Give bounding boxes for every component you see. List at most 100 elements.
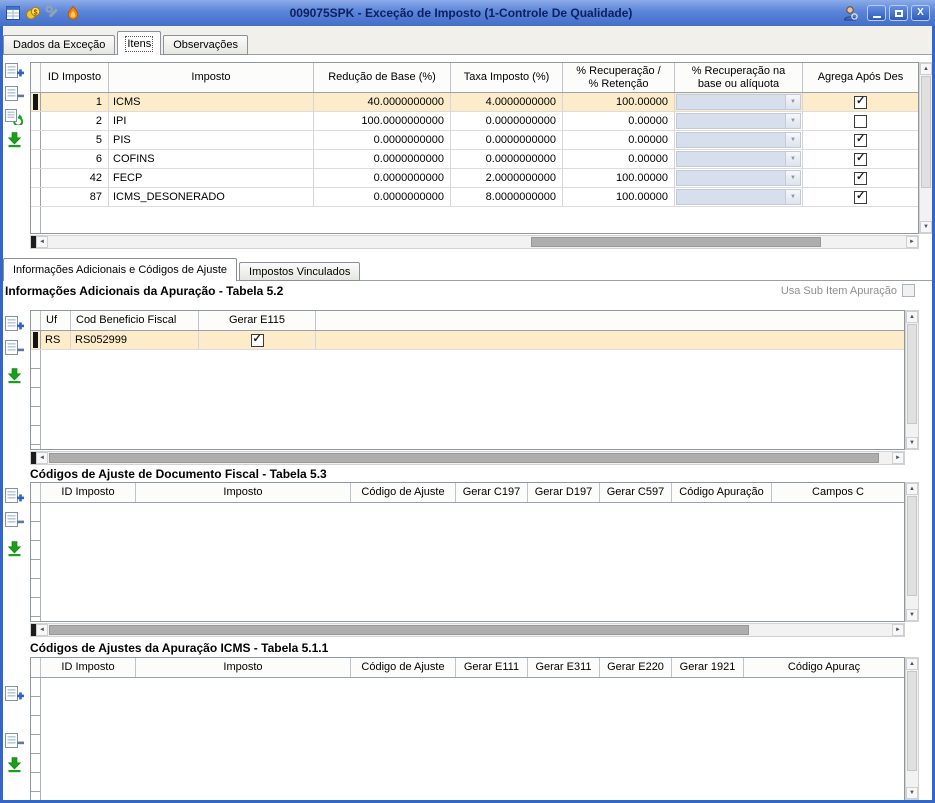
go-last-record-icon[interactable]	[5, 131, 24, 148]
table-row[interactable]: 87 ICMS_DESONERADO 0.0000000000 8.000000…	[31, 188, 918, 207]
cell-reducao[interactable]: 0.0000000000	[314, 169, 451, 187]
delete-row-icon[interactable]	[5, 85, 24, 102]
cell-taxa[interactable]: 0.0000000000	[451, 131, 563, 149]
cell-taxa[interactable]: 4.0000000000	[451, 93, 563, 111]
recuperacao-base-dropdown[interactable]: ▼	[675, 93, 803, 111]
header-gerar-e220[interactable]: Gerar E220	[600, 658, 672, 677]
close-button[interactable]: X	[911, 5, 930, 21]
header-imposto[interactable]: Imposto	[109, 63, 314, 92]
cell-id-imposto[interactable]: 87	[41, 188, 109, 206]
table-row[interactable]: 6 COFINS 0.0000000000 0.0000000000 0.000…	[31, 150, 918, 169]
combo-arrow-icon[interactable]: ▼	[785, 190, 800, 204]
cell-taxa[interactable]: 0.0000000000	[451, 150, 563, 168]
header-cod-beneficio[interactable]: Cod Beneficio Fiscal	[71, 311, 199, 330]
agrega-checkbox[interactable]: ✓	[854, 96, 867, 109]
header-gerar-1921[interactable]: Gerar 1921	[672, 658, 744, 677]
header-recuperacao[interactable]: % Recuperação / % Retenção	[563, 63, 675, 92]
recuperacao-base-dropdown[interactable]: ▼	[675, 112, 803, 130]
minimize-button[interactable]	[867, 5, 886, 21]
cell-id-imposto[interactable]: 5	[41, 131, 109, 149]
header-codigo-apuracao[interactable]: Código Apuração	[672, 483, 772, 502]
combo-arrow-icon[interactable]: ▼	[785, 133, 800, 147]
cell-recuperacao[interactable]: 100.00000	[563, 169, 675, 187]
cell-uf[interactable]: RS	[41, 331, 71, 349]
scrollbar-thumb[interactable]	[907, 496, 917, 596]
cell-imposto[interactable]: ICMS_DESONERADO	[109, 188, 314, 206]
codigos-documento-vertical-scrollbar[interactable]: ▲ ▼	[905, 482, 919, 622]
cell-imposto[interactable]: IPI	[109, 112, 314, 130]
header-gerar-d197[interactable]: Gerar D197	[528, 483, 600, 502]
header-codigo-ajuste[interactable]: Código de Ajuste	[351, 658, 456, 677]
delete-row-icon[interactable]	[5, 339, 24, 356]
informacoes-grid-horizontal-scrollbar[interactable]: ◄ ►	[30, 451, 905, 465]
cell-reducao[interactable]: 0.0000000000	[314, 188, 451, 206]
agrega-checkbox[interactable]: ✓	[854, 191, 867, 204]
agrega-checkbox-cell[interactable]: ✓	[803, 93, 918, 111]
header-id-imposto[interactable]: ID Imposto	[41, 63, 109, 92]
tax-grid-horizontal-scrollbar[interactable]: ◄ ►	[30, 235, 919, 249]
tab-informacoes-adicionais[interactable]: Informações Adicionais e Códigos de Ajus…	[3, 258, 237, 281]
codigos-documento-horizontal-scrollbar[interactable]: ◄ ►	[30, 623, 905, 637]
combo-arrow-icon[interactable]: ▼	[785, 114, 800, 128]
cell-id-imposto[interactable]: 1	[41, 93, 109, 111]
scroll-left-icon[interactable]: ◄	[36, 624, 48, 636]
recuperacao-base-dropdown[interactable]: ▼	[675, 169, 803, 187]
scroll-right-icon[interactable]: ►	[906, 236, 918, 248]
cell-recuperacao[interactable]: 100.00000	[563, 93, 675, 111]
informacoes-grid-vertical-scrollbar[interactable]: ▲ ▼	[905, 310, 919, 450]
tab-itens[interactable]: Itens	[117, 31, 161, 55]
cell-reducao[interactable]: 40.0000000000	[314, 93, 451, 111]
header-recuperacao-base[interactable]: % Recuperação na base ou alíquota	[675, 63, 803, 92]
header-gerar-e115[interactable]: Gerar E115	[199, 311, 316, 330]
maximize-button[interactable]	[889, 5, 908, 21]
header-uf[interactable]: Uf	[41, 311, 71, 330]
scrollbar-thumb[interactable]	[907, 671, 917, 771]
recuperacao-base-dropdown[interactable]: ▼	[675, 131, 803, 149]
tab-impostos-vinculados[interactable]: Impostos Vinculados	[239, 262, 360, 281]
scrollbar-thumb[interactable]	[49, 453, 879, 463]
tax-grid-vertical-scrollbar[interactable]: ▲ ▼	[919, 62, 933, 234]
recuperacao-base-dropdown[interactable]: ▼	[675, 188, 803, 206]
agrega-checkbox[interactable]: ✓	[854, 172, 867, 185]
cell-cod-beneficio[interactable]: RS052999	[71, 331, 199, 349]
cell-recuperacao[interactable]: 0.00000	[563, 112, 675, 130]
header-codigo-apuracao[interactable]: Código Apuraç	[744, 658, 904, 677]
header-taxa-imposto[interactable]: Taxa Imposto (%)	[451, 63, 563, 92]
table-row[interactable]: 42 FECP 0.0000000000 2.0000000000 100.00…	[31, 169, 918, 188]
title-bar[interactable]: 009075SPK - Exceção de Imposto (1-Contro…	[0, 0, 935, 26]
scroll-down-icon[interactable]: ▼	[906, 609, 918, 621]
cell-recuperacao[interactable]: 0.00000	[563, 131, 675, 149]
agrega-checkbox[interactable]: ✓	[854, 134, 867, 147]
cell-taxa[interactable]: 8.0000000000	[451, 188, 563, 206]
header-codigo-ajuste[interactable]: Código de Ajuste	[351, 483, 456, 502]
scroll-left-icon[interactable]: ◄	[36, 236, 48, 248]
cell-reducao[interactable]: 100.0000000000	[314, 112, 451, 130]
header-gerar-e311[interactable]: Gerar E311	[528, 658, 600, 677]
header-agrega[interactable]: Agrega Após Des	[803, 63, 918, 92]
go-last-record-icon[interactable]	[5, 540, 24, 557]
refresh-grid-icon[interactable]	[5, 108, 24, 125]
add-row-icon[interactable]	[5, 487, 24, 504]
scroll-up-icon[interactable]: ▲	[920, 63, 932, 75]
agrega-checkbox-cell[interactable]: ✓	[803, 112, 918, 130]
cell-imposto[interactable]: COFINS	[109, 150, 314, 168]
scroll-up-icon[interactable]: ▲	[906, 658, 918, 670]
tab-observacoes[interactable]: Observações	[163, 35, 248, 55]
user-search-icon[interactable]	[841, 5, 859, 21]
cell-reducao[interactable]: 0.0000000000	[314, 150, 451, 168]
agrega-checkbox[interactable]: ✓	[854, 115, 867, 128]
header-id-imposto[interactable]: ID Imposto	[41, 658, 136, 677]
recuperacao-base-dropdown[interactable]: ▼	[675, 150, 803, 168]
scrollbar-thumb[interactable]	[907, 324, 917, 424]
codigos-apuracao-vertical-scrollbar[interactable]: ▲ ▼	[905, 657, 919, 800]
combo-arrow-icon[interactable]: ▼	[785, 171, 800, 185]
cell-id-imposto[interactable]: 2	[41, 112, 109, 130]
cell-filler[interactable]	[316, 331, 904, 349]
usa-sub-item-checkbox[interactable]: ✓	[902, 284, 915, 297]
cell-recuperacao[interactable]: 100.00000	[563, 188, 675, 206]
table-row[interactable]: RS RS052999 ✓	[31, 331, 904, 350]
header-reducao-base[interactable]: Redução de Base (%)	[314, 63, 451, 92]
gerar-e115-checkbox[interactable]: ✓	[251, 334, 264, 347]
go-last-record-icon[interactable]	[5, 367, 24, 384]
scrollbar-thumb[interactable]	[49, 625, 749, 635]
